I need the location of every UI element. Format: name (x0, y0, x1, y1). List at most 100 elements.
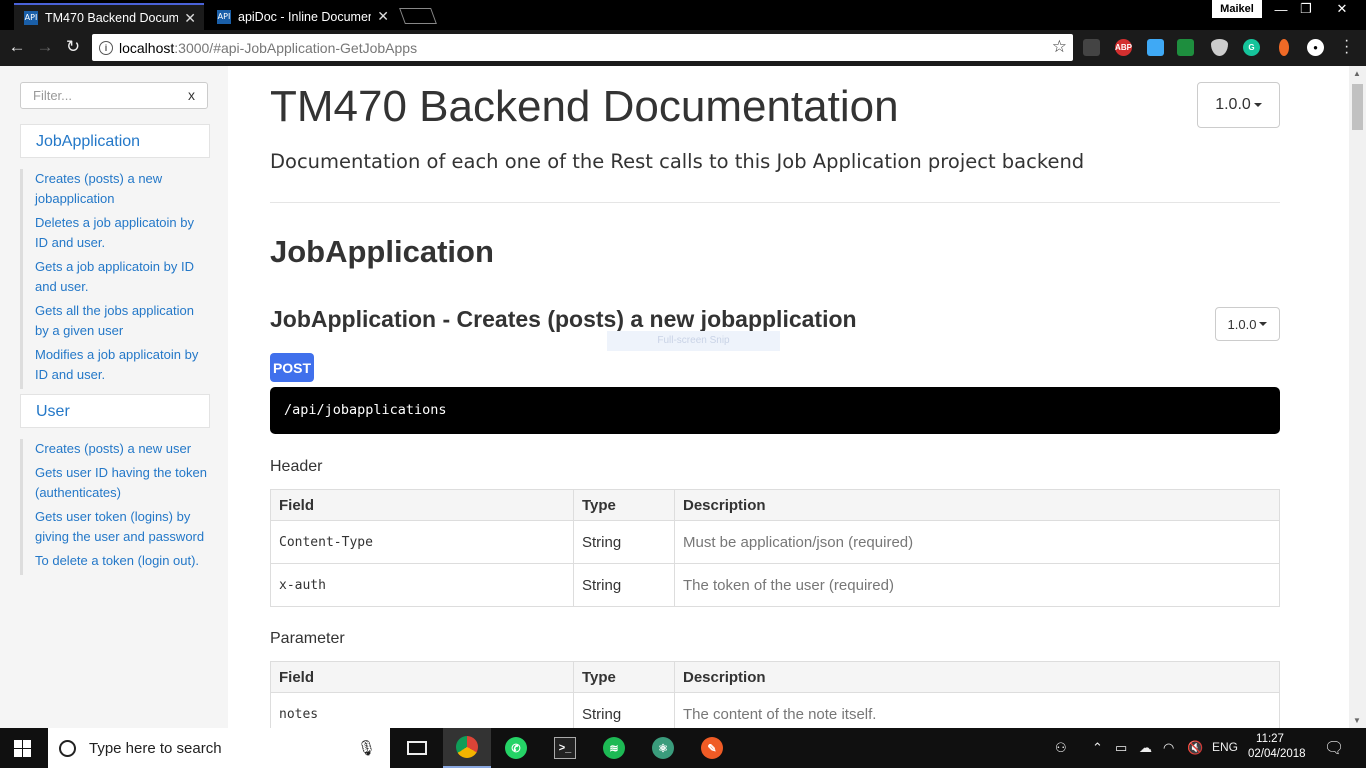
sidebar-group-user[interactable]: User (20, 394, 210, 428)
column-header: Field (270, 489, 574, 521)
sidebar-item[interactable]: Creates (posts) a new user (35, 439, 210, 459)
browser-tab-strip: API TM470 Backend Docume ✕ API apiDoc - … (0, 0, 1366, 30)
profile-button[interactable]: Maikel (1212, 0, 1262, 18)
description-cell: Must be application/json (required) (674, 520, 1280, 564)
search-placeholder: Type here to search (89, 739, 222, 757)
shield-extension-icon[interactable] (1211, 39, 1228, 56)
clock-date: 02/04/2018 (1248, 748, 1306, 760)
apidoc-favicon-icon: API (217, 9, 231, 24)
field-cell: notes (270, 692, 574, 728)
header-section-title: Header (270, 458, 323, 475)
tab-title: TM470 Backend Docume (45, 10, 178, 25)
back-icon[interactable]: ← (6, 37, 28, 57)
column-header: Description (674, 489, 1280, 521)
clock-time: 11:27 (1256, 733, 1284, 745)
table-row: notes String The content of the note its… (270, 692, 1280, 728)
minimize-icon[interactable]: — (1270, 0, 1292, 18)
close-icon[interactable]: ✕ (184, 10, 196, 27)
spotify-icon[interactable]: ≋ (590, 728, 638, 768)
scroll-up-icon[interactable]: ▲ (1353, 69, 1361, 78)
sidebar-item[interactable]: Gets user token (logins) by giving the u… (35, 507, 210, 547)
chrome-taskbar-icon[interactable] (443, 728, 491, 768)
show-hidden-icons[interactable]: ⌃ (1092, 740, 1103, 756)
column-header: Type (573, 489, 675, 521)
column-header: Type (573, 661, 675, 693)
whatsapp-icon[interactable]: ✆ (492, 728, 540, 768)
windows-start-icon[interactable] (14, 740, 31, 757)
close-window-icon[interactable]: ✕ (1322, 0, 1362, 18)
bookmark-star-icon[interactable]: ☆ (1052, 37, 1067, 57)
wifi-icon[interactable]: ◠ (1163, 740, 1174, 756)
forward-icon[interactable]: → (34, 37, 56, 57)
page-title: TM470 Backend Documentation (270, 82, 899, 131)
column-header: Description (674, 661, 1280, 693)
sidebar-item[interactable]: To delete a token (login out). (35, 551, 210, 571)
new-tab-button[interactable] (399, 8, 437, 24)
onedrive-icon[interactable]: ☁ (1139, 740, 1152, 756)
apidoc-favicon-icon: API (24, 10, 38, 25)
action-center-icon[interactable]: 🗨 (1324, 738, 1344, 758)
sidebar-item[interactable]: Deletes a job applicatoin by ID and user… (35, 213, 210, 253)
sidebar-item[interactable]: Modifies a job applicatoin by ID and use… (35, 345, 210, 385)
terminal-icon[interactable]: >_ (541, 728, 589, 768)
sidebar-list-jobapplication: Creates (posts) a new jobapplication Del… (20, 169, 210, 389)
header-table: Field Type Description Content-Type Stri… (270, 489, 1280, 607)
scroll-down-icon[interactable]: ▼ (1353, 716, 1361, 725)
clear-filter-button[interactable]: x (188, 87, 195, 103)
parameter-section-title: Parameter (270, 630, 345, 647)
sheets-extension-icon[interactable] (1177, 39, 1194, 56)
sidebar-item[interactable]: Creates (posts) a new jobapplication (35, 169, 210, 209)
task-view-icon[interactable] (393, 728, 441, 768)
restore-icon[interactable]: ❐ (1294, 0, 1318, 18)
adblock-plus-icon[interactable]: ABP (1115, 39, 1132, 56)
taskbar-search-box[interactable]: Type here to search 🎙 (48, 728, 390, 768)
address-bar[interactable]: i localhost :3000/#api-JobApplication-Ge… (92, 34, 1073, 61)
postman-icon[interactable]: ✎ (688, 728, 736, 768)
caret-down-icon (1253, 103, 1262, 107)
endpoint-url: /api/jobapplications (270, 387, 1280, 434)
snip-overlay: Full-screen Snip (607, 331, 780, 351)
tab-tm470-docs[interactable]: API TM470 Backend Docume ✕ (14, 3, 204, 30)
divider (270, 202, 1280, 203)
api-title: JobApplication - Creates (posts) a new j… (270, 306, 857, 332)
sidebar: Filter... x JobApplication Creates (post… (0, 66, 228, 728)
chrome-menu-icon[interactable]: · · · (1344, 33, 1349, 61)
group-title: JobApplication (270, 234, 494, 269)
cloud-extension-icon[interactable] (1147, 39, 1164, 56)
filter-placeholder: Filter... (33, 88, 73, 103)
volume-muted-icon[interactable]: 🔇 (1187, 740, 1203, 756)
battery-icon[interactable]: ▭ (1115, 740, 1127, 756)
tab-apidoc[interactable]: API apiDoc - Inline Documen ✕ (207, 3, 397, 30)
column-header: Field (270, 661, 574, 693)
page-scrollbar[interactable]: ▲ ▼ (1349, 66, 1366, 728)
reload-icon[interactable]: ↻ (62, 37, 84, 57)
language-indicator[interactable]: ENG (1212, 740, 1238, 754)
api-version-dropdown[interactable]: 1.0.0 (1215, 307, 1280, 341)
sidebar-list-user: Creates (posts) a new user Gets user ID … (20, 439, 210, 575)
description-cell: The token of the user (required) (674, 563, 1280, 607)
grammarly-icon[interactable]: G (1243, 39, 1260, 56)
sidebar-item[interactable]: Gets a job applicatoin by ID and user. (35, 257, 210, 297)
honey-extension-icon[interactable] (1279, 39, 1289, 56)
sidebar-item[interactable]: Gets user ID having the token (authentic… (35, 463, 210, 503)
extension-reader-icon[interactable] (1083, 39, 1100, 56)
field-cell: x-auth (270, 563, 574, 607)
close-icon[interactable]: ✕ (377, 8, 389, 25)
url-path: :3000/#api-JobApplication-GetJobApps (174, 39, 418, 56)
url-host: localhost (119, 39, 175, 56)
windows-taskbar: Type here to search 🎙 ✆ >_ ≋ ⚛ ✎ ⚇ ⌃ ▭ ☁… (0, 728, 1366, 768)
browser-toolbar: ← → ↻ i localhost :3000/#api-JobApplicat… (0, 30, 1366, 66)
caret-down-icon (1259, 322, 1268, 326)
sidebar-group-jobapplication[interactable]: JobApplication (20, 124, 210, 158)
privacy-extension-icon[interactable]: ● (1307, 39, 1324, 56)
sidebar-item[interactable]: Gets all the jobs application by a given… (35, 301, 210, 341)
people-icon[interactable]: ⚇ (1055, 740, 1067, 756)
microphone-icon[interactable]: 🎙 (357, 739, 376, 757)
info-icon[interactable]: i (99, 40, 113, 55)
atom-icon[interactable]: ⚛ (639, 728, 687, 768)
page-description: Documentation of each one of the Rest ca… (270, 150, 1085, 173)
scrollbar-thumb[interactable] (1352, 84, 1363, 130)
version-dropdown[interactable]: 1.0.0 (1197, 82, 1280, 128)
filter-input[interactable]: Filter... x (20, 82, 208, 109)
taskbar-clock[interactable]: 11:27 02/04/2018 (1248, 732, 1306, 762)
